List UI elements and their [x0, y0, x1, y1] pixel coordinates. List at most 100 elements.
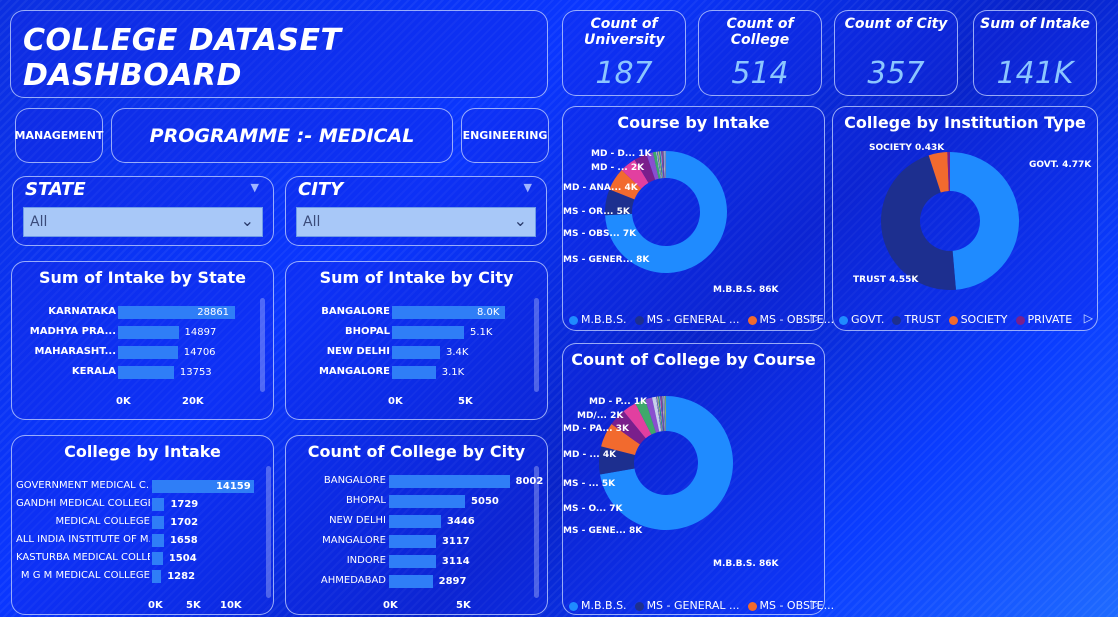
legend-item[interactable]: MS - GENERAL ... [634, 313, 740, 326]
legend-next-icon[interactable]: ▷ [811, 311, 820, 325]
legend-marker [747, 601, 757, 611]
kpi-value: 141K [996, 56, 1074, 91]
bar-value-label: 14159 [215, 481, 251, 492]
slice-data-label: MS - OR... 5K [563, 207, 630, 217]
city-dropdown[interactable]: All ⌄ [296, 207, 536, 237]
kpi-label: Count of College [726, 16, 794, 48]
bar-category-label: BHOPAL [344, 326, 390, 337]
scrollbar[interactable] [260, 298, 265, 392]
bar-value-label: 8002 [515, 476, 544, 487]
scrollbar[interactable] [534, 298, 539, 392]
legend-marker [948, 315, 958, 325]
bar[interactable] [392, 326, 464, 339]
legend-item[interactable]: MS - OBSTE... [747, 599, 835, 612]
axis-tick-label: 20K [182, 396, 204, 407]
bar-category-label: KASTURBA MEDICAL COLLE... [16, 552, 150, 563]
legend-item[interactable]: SOCIETY [948, 313, 1008, 326]
chart-title: Sum of Intake by State [38, 268, 247, 287]
bar-value-label: 1504 [168, 553, 197, 564]
chart-legend: GOVT. TRUST SOCIETY PRIVATE [839, 313, 1072, 326]
bar-value-label: 5.1K [470, 327, 493, 338]
bar-value-label: 13753 [179, 367, 212, 378]
slice-data-label: MS - GENE... 8K [563, 526, 643, 536]
state-slicer-title: STATE [25, 179, 86, 200]
legend-label: MS - OBSTE... [759, 599, 835, 612]
legend-item[interactable]: MS - OBSTE... [747, 313, 834, 326]
slice-data-label: GOVT. 4.77K [1029, 160, 1092, 170]
bar[interactable] [118, 326, 179, 339]
legend-label: M.B.B.S. [581, 599, 627, 612]
legend-item[interactable]: GOVT. [839, 313, 884, 326]
kpi-value: 187 [595, 56, 653, 91]
legend-item[interactable]: MS - GENERAL ... [634, 599, 740, 612]
bar-category-label: MANGALORE [318, 366, 390, 377]
bar[interactable] [389, 495, 466, 508]
legend-item[interactable]: PRIVATE [1015, 313, 1072, 326]
bar[interactable] [152, 498, 165, 511]
bar-category-label: M G M MEDICAL COLLEGE [20, 570, 150, 581]
legend-label: SOCIETY [960, 313, 1008, 326]
legend-marker [634, 315, 644, 325]
axis-tick-label: 0K [388, 396, 403, 407]
bar[interactable] [118, 366, 174, 379]
bar-category-label: INDORE [346, 555, 386, 566]
bar[interactable] [392, 346, 440, 359]
kpi-count-university: Count of University 187 [562, 10, 686, 96]
bar-category-label: KERALA [71, 366, 116, 377]
bar-category-label: ALL INDIA INSTITUTE OF M... [16, 534, 150, 545]
bar-value-label: 14706 [183, 347, 216, 358]
legend-item[interactable]: M.B.B.S. [569, 313, 627, 326]
bar-value-label: 1282 [167, 571, 196, 582]
college-by-intake-chart: College by Intake GOVERNMENT MEDICAL C..… [11, 435, 274, 615]
bar-category-label: MADHYA PRA... [29, 326, 116, 337]
slice-data-label: MD - P... 1K [589, 397, 647, 407]
legend-marker [634, 601, 644, 611]
bar-category-label: AHMEDABAD [320, 575, 386, 586]
kpi-label: Sum of Intake [980, 16, 1090, 32]
kpi-label: Count of City [844, 16, 948, 32]
kpi-sum-intake: Sum of Intake 141K [973, 10, 1097, 96]
bar[interactable] [152, 534, 164, 547]
bar[interactable] [389, 575, 433, 588]
bar[interactable] [118, 346, 178, 359]
legend-item[interactable]: TRUST [892, 313, 941, 326]
slice-data-label: SOCIETY 0.43K [869, 143, 945, 153]
dashboard-title: COLLEGE DATASET DASHBOARD [23, 23, 342, 93]
institution-type-chart: College by Institution Type GOVT. 4.77K T… [832, 106, 1098, 331]
legend-label: M.B.B.S. [581, 313, 627, 326]
bar[interactable] [392, 366, 436, 379]
bar[interactable] [389, 515, 441, 528]
legend-item[interactable]: M.B.B.S. [569, 599, 627, 612]
scrollbar[interactable] [266, 466, 271, 598]
bar-category-label: MAHARASHT... [34, 346, 116, 357]
donut-slice[interactable] [950, 152, 1020, 290]
bar[interactable] [389, 555, 436, 568]
axis-tick-label: 0K [116, 396, 131, 407]
state-dropdown[interactable]: All ⌄ [23, 207, 263, 237]
donut-svg [605, 151, 727, 273]
bar-value-label: 1658 [169, 535, 198, 546]
bar-category-label: GANDHI MEDICAL COLLEGE [16, 498, 150, 509]
slice-data-label: MD/... 2K [577, 411, 624, 421]
management-button[interactable]: MANAGEMENT [15, 108, 103, 163]
chevron-down-icon[interactable]: ▼ [524, 181, 532, 194]
legend-next-icon[interactable]: ▷ [1084, 311, 1093, 325]
slice-data-label: MD - ANA... 4K [563, 183, 638, 193]
chevron-down-icon[interactable]: ▼ [251, 181, 259, 194]
bar-value-label: 1702 [170, 517, 199, 528]
engineering-button[interactable]: ENGINEERING [461, 108, 549, 163]
legend-marker [839, 315, 848, 325]
bar[interactable] [152, 552, 163, 565]
bar[interactable] [152, 570, 162, 583]
bar[interactable] [389, 475, 510, 488]
bar-category-label: BANGALORE [321, 306, 390, 317]
city-slicer-title: CITY [298, 179, 344, 200]
bar[interactable] [152, 516, 165, 529]
kpi-count-college: Count of College 514 [698, 10, 822, 96]
bar-value-label: 5050 [471, 496, 499, 507]
legend-next-icon[interactable]: ▷ [811, 597, 820, 611]
bar[interactable] [389, 535, 436, 548]
axis-tick-label: 10K [220, 600, 242, 611]
college-count-by-course-chart: Count of College by Course M.B.B.S. 86K M… [562, 343, 834, 615]
chart-title: Sum of Intake by City [319, 268, 514, 287]
